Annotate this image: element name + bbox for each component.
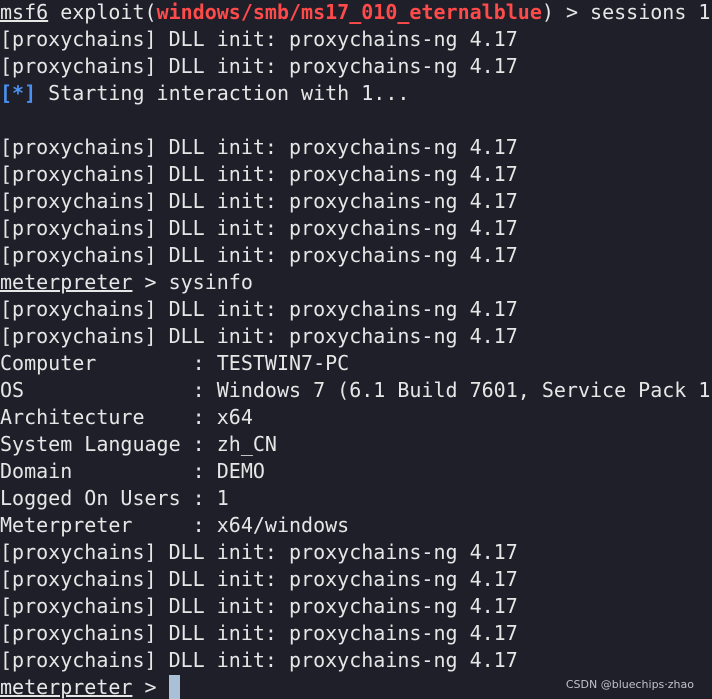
proxychains-line-4: [proxychains] DLL init: proxychains-ng 4… [0,162,518,186]
terminal-window[interactable]: msf6 exploit(windows/smb/ms17_010_eterna… [0,0,712,699]
proxychains-line-11: [proxychains] DLL init: proxychains-ng 4… [0,567,518,591]
meterpreter-prompt-line: meterpreter > sysinfo [0,269,253,296]
proxychains-line-13: [proxychains] DLL init: proxychains-ng 4… [0,621,518,645]
msf-prompt-label: msf6 [0,0,49,24]
meterpreter-prompt-arrow: > [132,270,169,294]
proxychains-line-10: [proxychains] DLL init: proxychains-ng 4… [0,540,518,564]
proxychains-line-9: [proxychains] DLL init: proxychains-ng 4… [0,324,518,348]
proxychains-line-14: [proxychains] DLL init: proxychains-ng 4… [0,648,518,672]
msf-command: > sessions 1 [553,0,711,24]
proxychains-line-12: [proxychains] DLL init: proxychains-ng 4… [0,594,518,618]
meterpreter-prompt-label: meterpreter [0,270,133,294]
sysinfo-domain: Domain : DEMO [0,459,265,483]
meterpreter-command: sysinfo [168,270,253,294]
meterpreter-input-line[interactable]: meterpreter > [0,674,180,699]
exploit-module: windows/smb/ms17_010_eternalblue [156,0,542,24]
sysinfo-logged-on-users: Logged On Users : 1 [0,486,229,510]
text-cursor[interactable] [168,675,180,699]
meterpreter-input-label: meterpreter [0,675,133,699]
proxychains-line-6: [proxychains] DLL init: proxychains-ng 4… [0,216,518,240]
exploit-word: exploit [60,0,145,24]
meterpreter-input-arrow: > [132,675,169,699]
proxychains-line-8: [proxychains] DLL init: proxychains-ng 4… [0,297,518,321]
watermark: CSDN @bluechips·zhao [565,678,694,691]
proxychains-line-1: [proxychains] DLL init: proxychains-ng 4… [0,27,518,51]
sysinfo-os: OS : Windows 7 (6.1 Build 7601, Service … [0,378,712,402]
proxychains-line-7: [proxychains] DLL init: proxychains-ng 4… [0,243,518,267]
proxychains-line-3: [proxychains] DLL init: proxychains-ng 4… [0,135,518,159]
sysinfo-language: System Language : zh_CN [0,432,277,456]
status-line: [*] Starting interaction with 1... [0,80,409,107]
sysinfo-architecture: Architecture : x64 [0,405,253,429]
proxychains-line-2: [proxychains] DLL init: proxychains-ng 4… [0,54,518,78]
status-text: Starting interaction with 1... [36,81,410,105]
proxychains-line-5: [proxychains] DLL init: proxychains-ng 4… [0,189,518,213]
msf-prompt-line: msf6 exploit(windows/smb/ms17_010_eterna… [0,0,711,24]
sysinfo-computer: Computer : TESTWIN7-PC [0,351,350,375]
sysinfo-meterpreter: Meterpreter : x64/windows [0,513,350,537]
status-marker: [*] [0,81,37,105]
